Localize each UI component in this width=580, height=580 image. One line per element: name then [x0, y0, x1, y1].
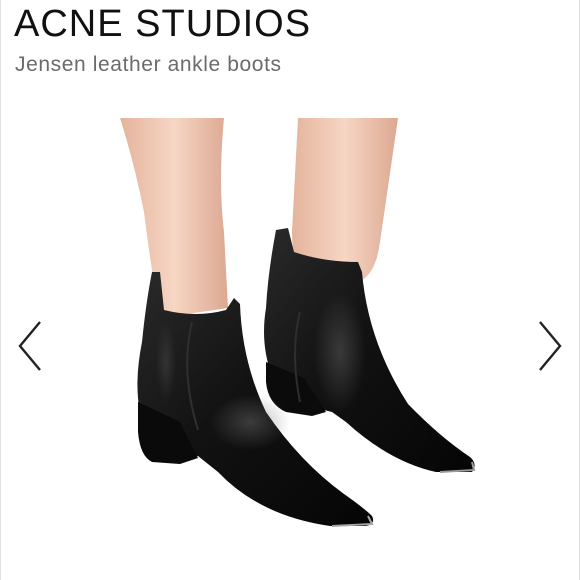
left-frame-divider	[0, 0, 1, 580]
left-leg	[120, 118, 228, 318]
product-name: Jensen leather ankle boots	[15, 53, 282, 76]
product-image	[120, 118, 476, 527]
chevron-left-icon	[18, 321, 41, 371]
brand-title: ACNE STUDIOS	[14, 3, 312, 45]
chevron-right-icon	[539, 321, 562, 371]
next-image-button[interactable]	[532, 318, 568, 374]
previous-image-button[interactable]	[12, 318, 48, 374]
